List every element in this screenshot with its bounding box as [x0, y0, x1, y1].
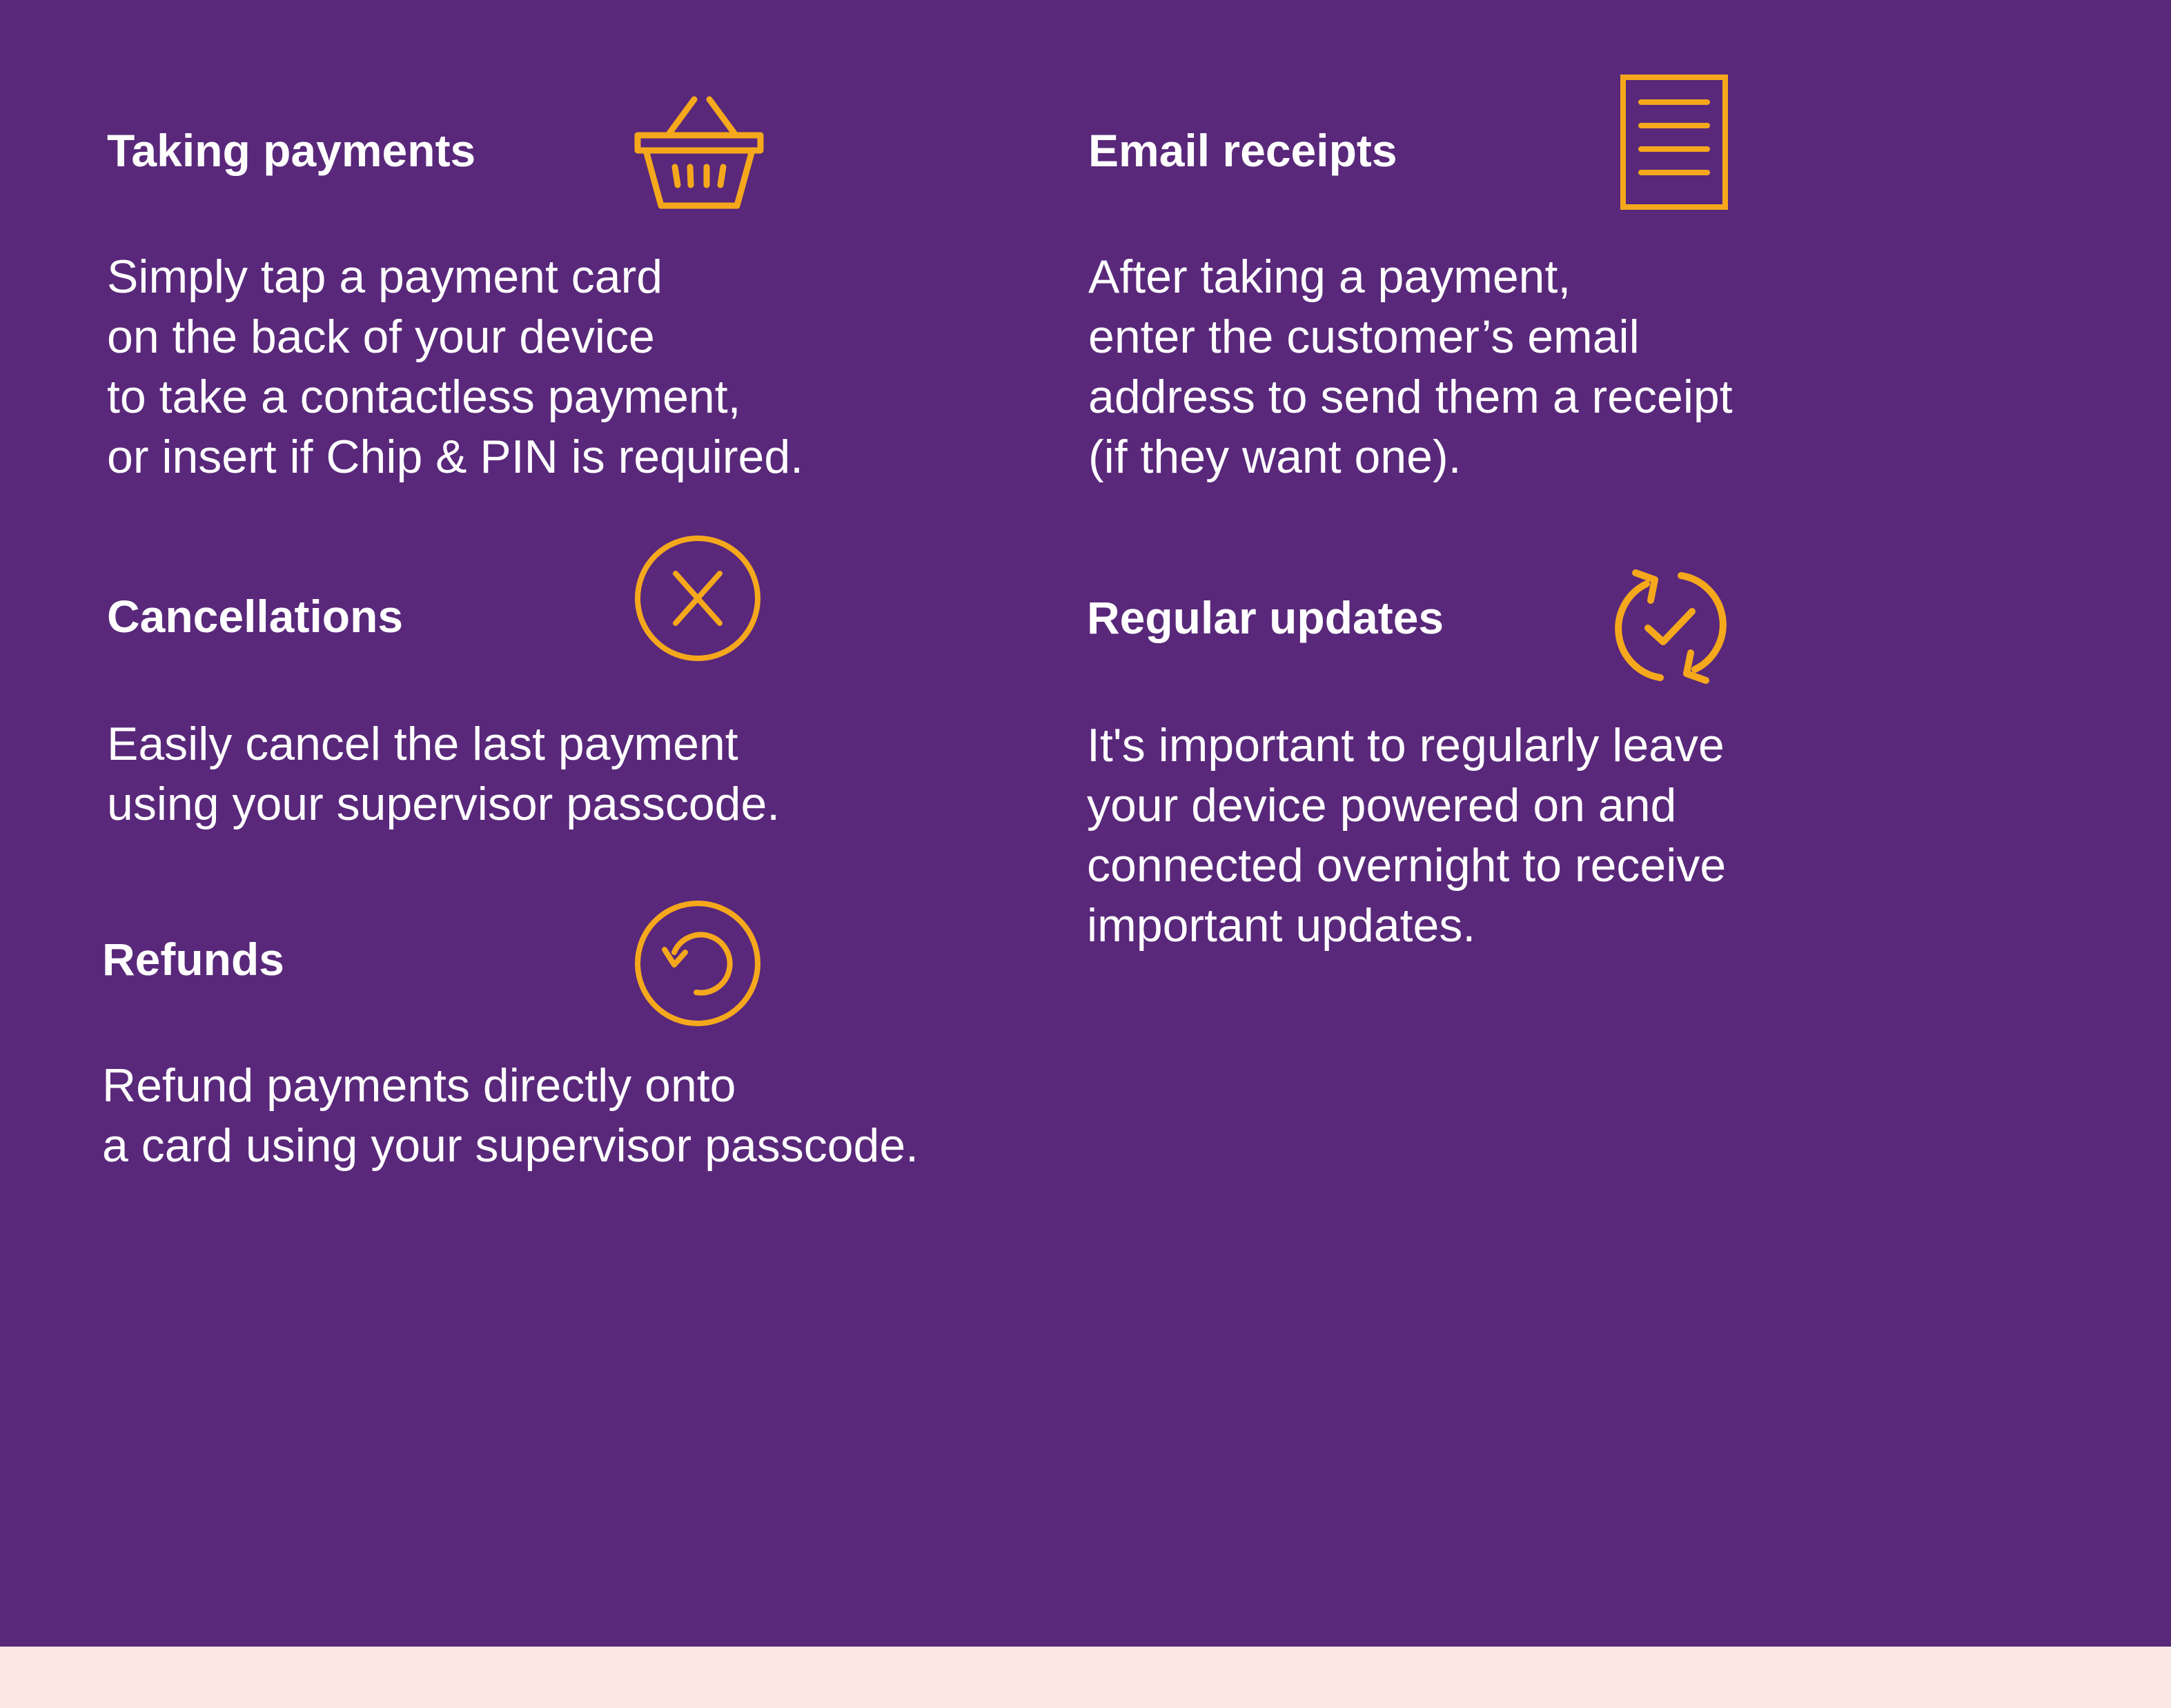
- cancellations-description: Easily cancel the last payment using you…: [107, 718, 780, 830]
- bottom-strip: [0, 1647, 2171, 1708]
- basket-icon: [633, 95, 765, 213]
- receipt-icon: [1619, 73, 1729, 211]
- email-receipts-heading: Email receipts: [1088, 125, 1397, 176]
- refunds-heading: Refunds: [102, 934, 284, 985]
- cancel-circle-icon: [633, 533, 763, 663]
- refunds-description: Refund payments directly onto a card usi…: [102, 1059, 919, 1172]
- email-receipts-description: After taking a payment, enter the custom…: [1088, 251, 1733, 483]
- feature-panel: Taking payments Simply tap a payment car…: [0, 0, 2171, 1647]
- regular-updates-heading: Regular updates: [1087, 592, 1444, 643]
- sync-check-icon: [1607, 565, 1735, 689]
- taking-payments-description: Simply tap a payment card on the back of…: [107, 251, 804, 483]
- cancellations-heading: Cancellations: [107, 591, 404, 642]
- taking-payments-heading: Taking payments: [107, 125, 476, 176]
- refund-circle-icon: [633, 899, 763, 1028]
- regular-updates-description: It's important to regularly leave your d…: [1087, 719, 1727, 952]
